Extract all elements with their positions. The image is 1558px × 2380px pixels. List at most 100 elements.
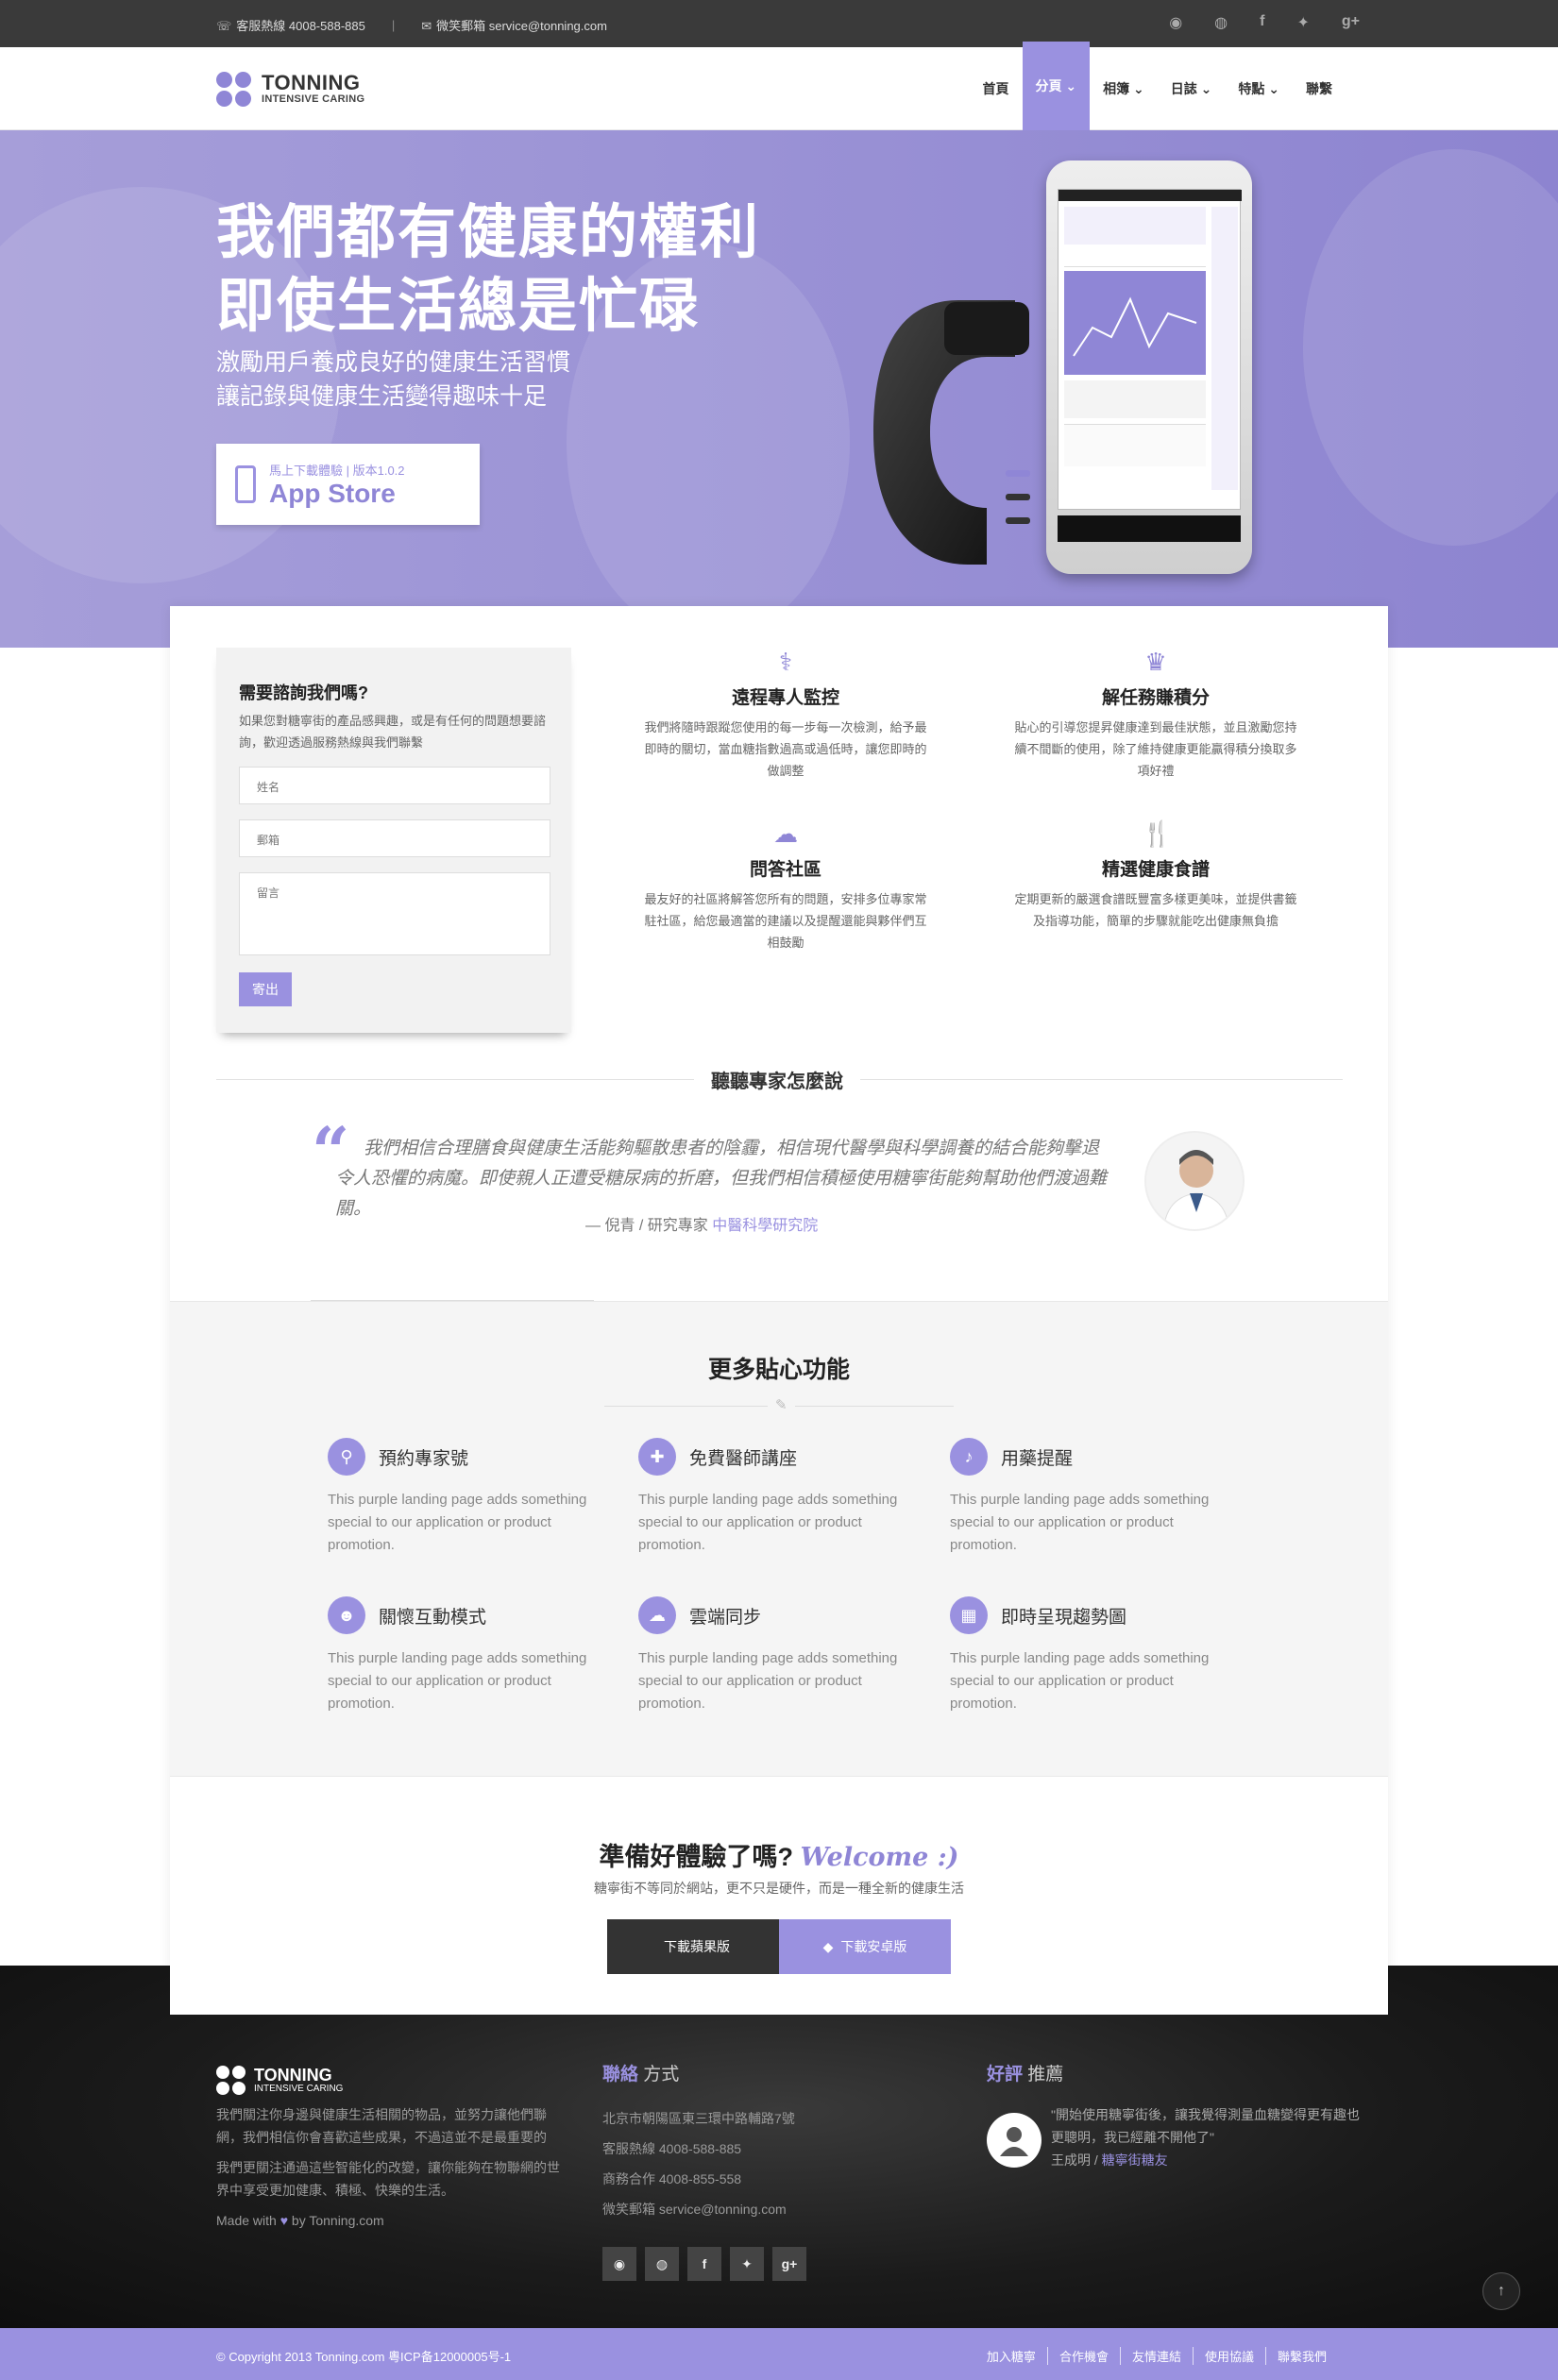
main-navbar: TONNING INTENSIVE CARING 首頁 分頁 ⌄ 相簿 ⌄ 日誌… xyxy=(0,42,1558,130)
logo-mark-icon xyxy=(216,68,254,110)
logo[interactable]: TONNING INTENSIVE CARING xyxy=(216,68,364,110)
phone-screen xyxy=(1058,189,1242,510)
medkit-icon: ✚ xyxy=(638,1438,676,1476)
top-social: ◉ ◍ f ✦ g+ xyxy=(1169,13,1360,32)
footer-email[interactable]: 微笑郵箱 service@tonning.com xyxy=(602,2194,886,2224)
hero-banner: 我們都有健康的權利 即使生活總是忙碌 激勵用戶養成良好的健康生活習慣 讓記錄與健康生… xyxy=(0,130,1558,648)
about-text-1: 我們關注你身邊與健康生活相關的物品，並努力讓他們聯網，我們相信你會喜歡這些成果，… xyxy=(216,2107,547,2145)
footer-review: 好評 推薦 "開始使用糖寧街後，讓我覺得測量血糖變得更有趣也更聰明，我已經離不開… xyxy=(987,2064,1364,2171)
feature-card: ☻ 關懷互動模式 This purple landing page adds so… xyxy=(328,1596,592,1715)
fork-knife-icon: 🍴 xyxy=(1142,819,1173,848)
footer-social: ◉ ◍ f ✦ g+ xyxy=(602,2247,806,2281)
download-ios-button[interactable]: 下載蘋果版 xyxy=(607,1919,779,1974)
logo-tagline: INTENSIVE CARING xyxy=(262,93,365,105)
hero-subtitle: 激勵用戶養成良好的健康生活習慣 讓記錄與健康生活變得趣味十足 xyxy=(216,349,571,410)
email-field[interactable]: 郵箱 xyxy=(239,819,550,857)
nav-album[interactable]: 相簿 ⌄ xyxy=(1090,47,1158,130)
cta-subtitle: 糖寧街不等同於網站，更不只是硬件，而是一種全新的健康生活 xyxy=(594,1881,964,1896)
twitter-icon[interactable]: ✦ xyxy=(730,2247,764,2281)
message-field[interactable]: 留言 xyxy=(239,872,550,955)
footer-link[interactable]: 加入糖寧 xyxy=(975,2347,1047,2365)
nav-features[interactable]: 特點 ⌄ xyxy=(1225,47,1293,130)
facebook-icon[interactable]: f xyxy=(1260,13,1264,32)
divider: | xyxy=(391,18,396,32)
weibo-icon[interactable]: ◉ xyxy=(602,2247,636,2281)
fitness-band-image xyxy=(873,300,1030,565)
submit-button[interactable]: 寄出 xyxy=(239,972,292,1006)
facebook-icon[interactable]: f xyxy=(687,2247,721,2281)
heart-icon: ♥ xyxy=(279,2213,289,2228)
footer-heading: 好評 推薦 xyxy=(987,2065,1064,2085)
chevron-down-icon: ⌄ xyxy=(1268,80,1279,96)
feature-card: ☁ 雲端同步 This purple landing page adds some… xyxy=(638,1596,903,1715)
weibo-icon[interactable]: ◉ xyxy=(1169,13,1182,32)
chevron-down-icon: ⌄ xyxy=(1133,80,1144,96)
hero-title: 我們都有健康的權利 即使生活總是忙碌 xyxy=(216,200,761,339)
feature-item: 🍴 精選健康食譜 定期更新的嚴選食譜既豐富多樣更美味，並提供書籤及指導功能，簡單… xyxy=(1014,819,1297,928)
feature-item: ♛ 解任務賺積分 貼心的引導您提昇健康達到最佳狀態，並且激勵您持續不間斷的使用，… xyxy=(1014,648,1297,778)
feature-card: ▦ 即時呈現趨勢圖 This purple landing page adds s… xyxy=(950,1596,1214,1715)
reviewer-avatar xyxy=(987,2113,1041,2168)
footer-link[interactable]: 合作機會 xyxy=(1046,2347,1120,2365)
android-icon: ◆ xyxy=(822,1938,834,1954)
section-heading: 更多貼心功能 xyxy=(707,1357,850,1383)
made-with: Made with ♥ by Tonning.com xyxy=(216,2213,384,2228)
feature-card: ⚲ 預約專家號 This purple landing page adds som… xyxy=(328,1438,592,1557)
bottom-bar: © Copyright 2013 Tonning.com 粵ICP备120000… xyxy=(0,2328,1558,2380)
review-text: "開始使用糖寧街後，讓我覺得測量血糖變得更有趣也更聰明，我已經離不開他了" xyxy=(1051,2107,1360,2145)
nav-contact[interactable]: 聯繫 xyxy=(1293,47,1346,130)
quote-author: — 倪青 / 研究專家 中醫科學研究院 xyxy=(585,1218,819,1234)
top-bar: ☏ 客服熱線 4008-588-885 | ✉ 微笑郵箱 service@tonni… xyxy=(0,0,1558,47)
logo-mark-icon xyxy=(216,2066,246,2096)
google-plus-icon[interactable]: g+ xyxy=(772,2247,806,2281)
logo-name: TONNING xyxy=(262,71,361,94)
users-icon: ☻ xyxy=(328,1596,365,1634)
nav-links: 首頁 分頁 ⌄ 相簿 ⌄ 日誌 ⌄ 特點 ⌄ 聯繫 xyxy=(970,42,1346,130)
renren-icon[interactable]: ◍ xyxy=(645,2247,679,2281)
download-android-button[interactable]: ◆ 下載安卓版 xyxy=(779,1919,951,1974)
email[interactable]: ✉ 微笑郵箱 service@tonning.com xyxy=(421,16,607,34)
google-plus-icon[interactable]: g+ xyxy=(1342,13,1360,32)
app-store-button[interactable]: 馬上下載體驗 | 版本1.0.2 App Store xyxy=(216,444,480,525)
name-field[interactable]: 姓名 xyxy=(239,767,550,804)
footer-link[interactable]: 使用協議 xyxy=(1192,2347,1265,2365)
chevron-down-icon: ⌄ xyxy=(1200,80,1212,96)
smartphone-image xyxy=(1046,160,1252,574)
footer-about: TONNING INTENSIVE CARING 我們關注你身邊與健康生活相關的… xyxy=(216,2066,566,2232)
section-heading: 聽聽專家怎麼說 xyxy=(694,1066,860,1093)
feature-item: ☁ 問答社區 最友好的社區將解答您所有的問題，安排多位專家常駐社區，給您最適當的… xyxy=(644,819,927,950)
hotline: ☏ 客服熱線 4008-588-885 xyxy=(216,19,365,33)
twitter-icon[interactable]: ✦ xyxy=(1296,13,1309,32)
feature-card: ✚ 免費醫師講座 This purple landing page adds so… xyxy=(638,1438,903,1557)
phone-icon: ☏ xyxy=(216,19,232,33)
nav-blog[interactable]: 日誌 ⌄ xyxy=(1158,47,1226,130)
footer-link[interactable]: 聯繫我們 xyxy=(1264,2347,1338,2365)
nav-pages[interactable]: 分頁 ⌄ xyxy=(1022,42,1091,130)
footer-heading: 聯絡 方式 xyxy=(602,2065,680,2085)
doctor-icon: ⚕ xyxy=(778,648,793,676)
bottom-links: 加入糖寧 合作機會 友情連結 使用協議 聯繫我們 xyxy=(975,2347,1338,2365)
more-features-section: 更多貼心功能 ✎ ⚲ 預約專家號 This purple landing page… xyxy=(170,1301,1388,1777)
nav-home[interactable]: 首頁 xyxy=(970,47,1023,130)
phone-icon xyxy=(235,465,256,503)
cta-title: 準備好體驗了嗎? Welcome :) xyxy=(599,1843,959,1872)
top-contact: ☏ 客服熱線 4008-588-885 | ✉ 微笑郵箱 service@tonni… xyxy=(216,16,607,34)
expert-quote: 我們相信合理膳食與健康生活能夠驅散患者的陰霾，相信現代醫學與科學調養的結合能夠擊… xyxy=(335,1138,1108,1219)
hero-bg-shape xyxy=(1303,149,1558,546)
pencil-icon: ✎ xyxy=(768,1396,795,1413)
form-description: 如果您對糖寧街的產品感興趣，或是有任何的問題想要諮詢，歡迎透過服務熱線與我們聯繫 xyxy=(239,714,547,750)
contact-form: 需要諮詢我們嗎? 如果您對糖寧街的產品感興趣，或是有任何的問題想要諮詢，歡迎透過… xyxy=(216,648,571,1033)
footer-contact: 聯絡 方式 北京市朝陽區東三環中路輔路7號 客服熱線 4008-588-885 … xyxy=(602,2064,886,2224)
copyright: © Copyright 2013 Tonning.com 粵ICP备120000… xyxy=(216,2350,512,2364)
chart-icon: ▦ xyxy=(950,1596,988,1634)
chevron-down-icon: ⌄ xyxy=(1065,77,1077,93)
org-link[interactable]: 中醫科學研究院 xyxy=(712,1218,818,1234)
stethoscope-icon: ⚲ xyxy=(328,1438,365,1476)
footer-logo[interactable]: TONNING INTENSIVE CARING xyxy=(216,2066,566,2096)
reviewer-name: 王成明 / 糖寧街糖友 xyxy=(1051,2152,1168,2168)
expert-avatar xyxy=(1144,1131,1245,1231)
arrow-up-icon: ↑ xyxy=(1498,2283,1505,2299)
back-to-top-button[interactable]: ↑ xyxy=(1482,2272,1520,2310)
footer-link[interactable]: 友情連結 xyxy=(1119,2347,1193,2365)
renren-icon[interactable]: ◍ xyxy=(1214,13,1228,32)
